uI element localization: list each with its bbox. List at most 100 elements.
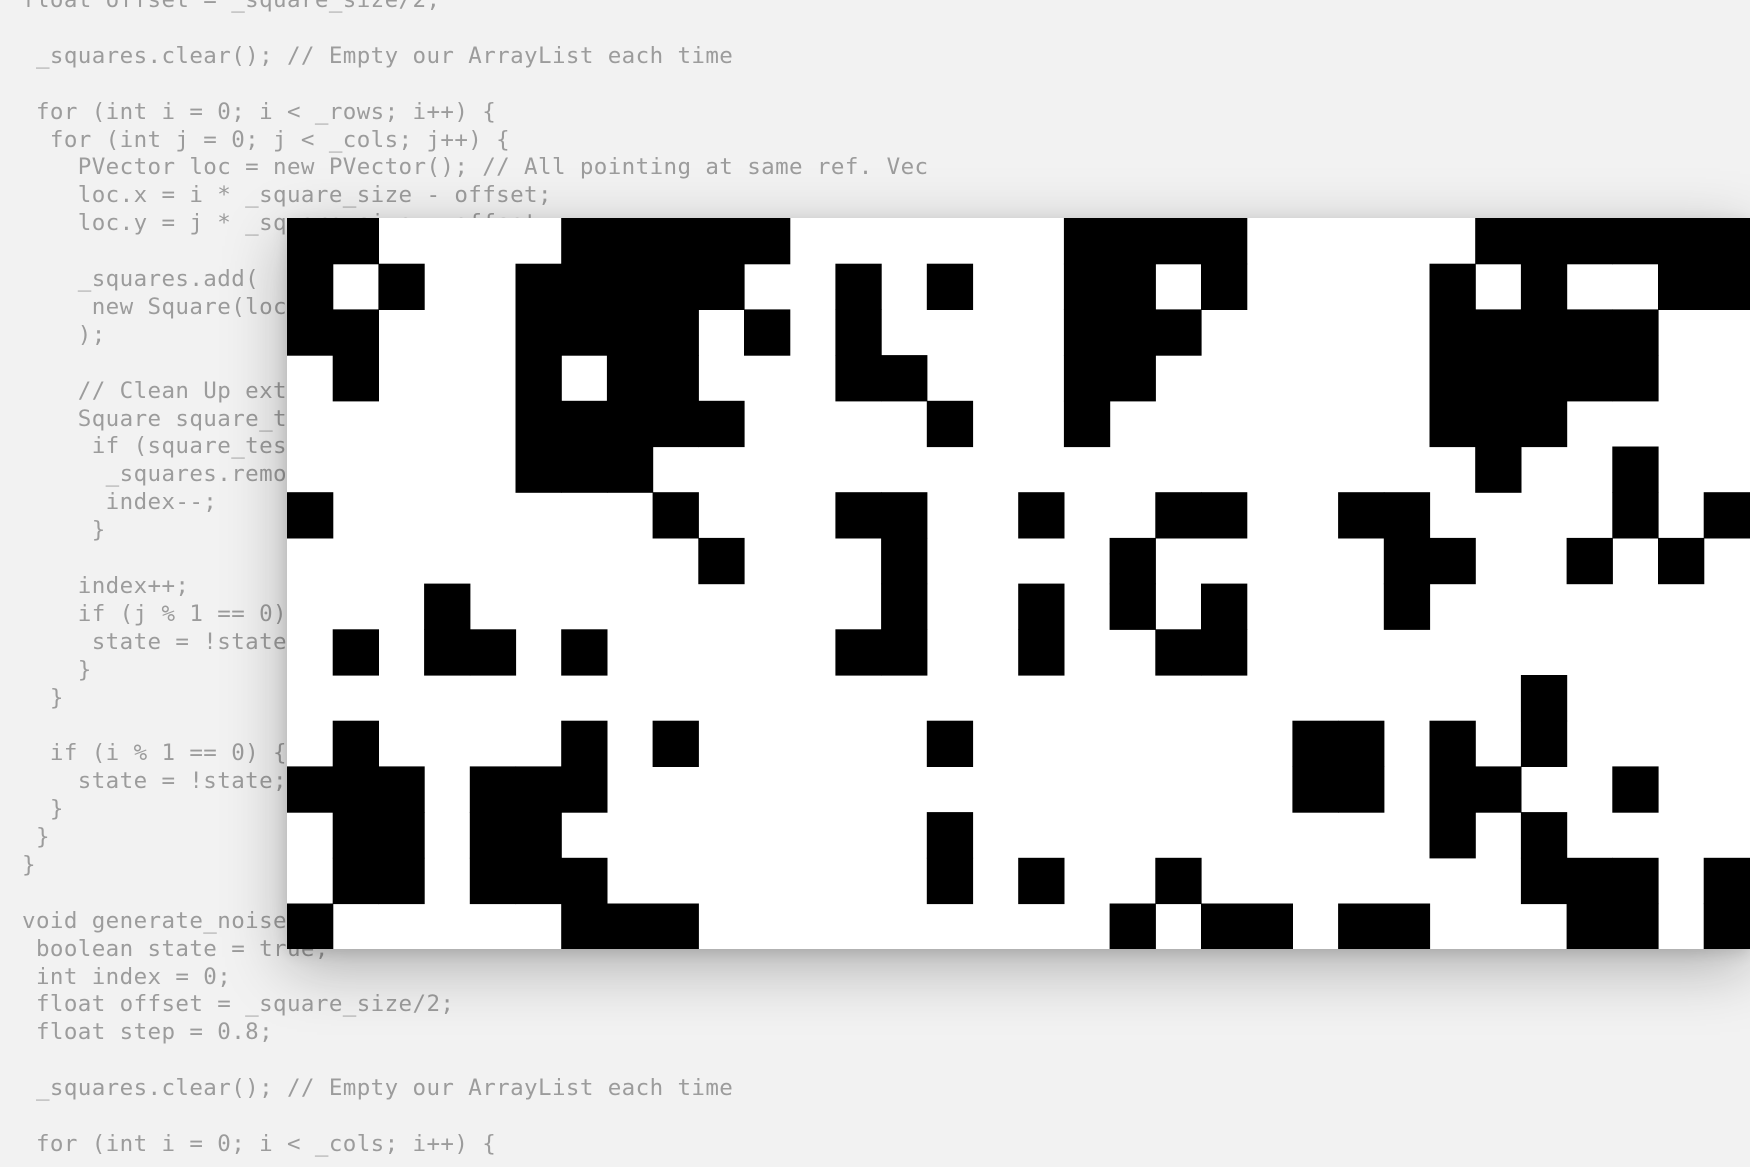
pattern-square <box>698 263 745 310</box>
pattern-square <box>561 857 608 905</box>
pattern-square <box>1109 583 1156 630</box>
pattern-square <box>1246 903 1293 949</box>
pattern-square <box>1520 355 1568 402</box>
pattern-square <box>1658 263 1705 310</box>
pattern-square <box>744 309 791 356</box>
pattern-square <box>1566 218 1613 265</box>
pattern-square <box>1520 857 1568 905</box>
pattern-square <box>1109 263 1156 310</box>
pattern-square <box>1201 629 1248 676</box>
code-line: _squares.clear(); // Empty our ArrayList… <box>22 1075 734 1102</box>
code-line: for (int i = 0; i < _rows; i++) { <box>22 98 497 125</box>
pattern-square <box>926 263 974 310</box>
pattern-square <box>287 492 334 539</box>
pattern-square <box>606 218 654 265</box>
pattern-square <box>1292 720 1339 767</box>
pattern-square <box>1703 492 1750 539</box>
pattern-square <box>1201 263 1248 310</box>
pattern-square <box>881 492 928 539</box>
pattern-square <box>515 309 562 356</box>
pattern-square <box>1429 263 1476 310</box>
pattern-square <box>1383 492 1431 539</box>
pattern-square <box>1612 446 1659 493</box>
pattern-square <box>698 537 745 585</box>
pattern-square <box>424 583 471 630</box>
pattern-square <box>378 263 425 310</box>
pattern-square <box>835 263 882 310</box>
pattern-square <box>1292 766 1339 813</box>
pattern-square <box>561 720 608 767</box>
pattern-square <box>561 218 608 265</box>
pattern-square <box>332 720 379 767</box>
pattern-square <box>652 903 699 949</box>
code-line: Square square_te <box>22 405 301 432</box>
pattern-square <box>332 812 379 859</box>
pattern-square <box>1429 400 1476 448</box>
pattern-square <box>881 583 928 630</box>
pattern-square <box>1658 537 1705 585</box>
pattern-square <box>1338 720 1385 767</box>
code-line: index--; <box>22 489 218 516</box>
pattern-square <box>1155 492 1202 539</box>
pattern-square <box>652 309 699 356</box>
code-line: if (square_tes <box>22 433 287 460</box>
pattern-square <box>1201 903 1248 949</box>
code-line: boolean state = true; <box>22 935 329 962</box>
pattern-square <box>1475 355 1522 402</box>
pattern-square <box>1612 492 1659 539</box>
code-line: _squares.clear(); // Empty our ArrayList… <box>22 42 734 69</box>
code-line: if (i % 1 == 0) { <box>22 740 287 767</box>
pattern-square <box>835 355 882 402</box>
pattern-square <box>1429 766 1476 813</box>
pattern-square <box>1063 355 1111 402</box>
pattern-square <box>1201 492 1248 539</box>
pattern-square <box>515 446 562 493</box>
pattern-square <box>1475 218 1522 265</box>
pattern-square <box>1612 857 1659 905</box>
pattern-square <box>1018 492 1065 539</box>
pattern-square <box>1063 218 1111 265</box>
pattern-square <box>1383 537 1431 585</box>
pattern-square <box>926 857 974 905</box>
pattern-square <box>561 309 608 356</box>
pattern-square <box>515 355 562 402</box>
pattern-square <box>1429 537 1476 585</box>
pattern-square <box>1475 446 1522 493</box>
pattern-square <box>469 812 517 859</box>
pattern-square <box>1566 537 1613 585</box>
pattern-square <box>1018 629 1065 676</box>
pattern-square <box>515 812 562 859</box>
pattern-square <box>332 355 379 402</box>
pattern-square <box>1155 309 1202 356</box>
pattern-square <box>652 400 699 448</box>
pattern-square <box>1383 903 1431 949</box>
pattern-square <box>1109 309 1156 356</box>
pattern-square <box>424 629 471 676</box>
code-line: int index = 0; <box>22 963 232 990</box>
pattern-square <box>561 903 608 949</box>
pattern-square <box>606 446 654 493</box>
pattern-square <box>1566 309 1613 356</box>
pattern-square <box>515 263 562 310</box>
pattern-square <box>926 400 974 448</box>
pattern-square <box>332 309 379 356</box>
pattern-square <box>606 355 654 402</box>
pattern-square <box>1018 583 1065 630</box>
pattern-square <box>561 629 608 676</box>
pattern-square <box>744 218 791 265</box>
pattern-square <box>1612 309 1659 356</box>
pattern-square <box>1063 263 1111 310</box>
code-line: state = !state; <box>22 768 287 795</box>
pattern-square <box>1429 309 1476 356</box>
pattern-square <box>1018 857 1065 905</box>
pattern-square <box>561 400 608 448</box>
pattern-square <box>1155 629 1202 676</box>
pattern-square <box>1520 263 1568 310</box>
pattern-square <box>1475 766 1522 813</box>
code-line: ); <box>22 321 106 348</box>
pattern-square <box>561 766 608 813</box>
pattern-square <box>287 263 334 310</box>
pattern-square <box>378 857 425 905</box>
pattern-square <box>469 857 517 905</box>
pattern-square <box>881 355 928 402</box>
